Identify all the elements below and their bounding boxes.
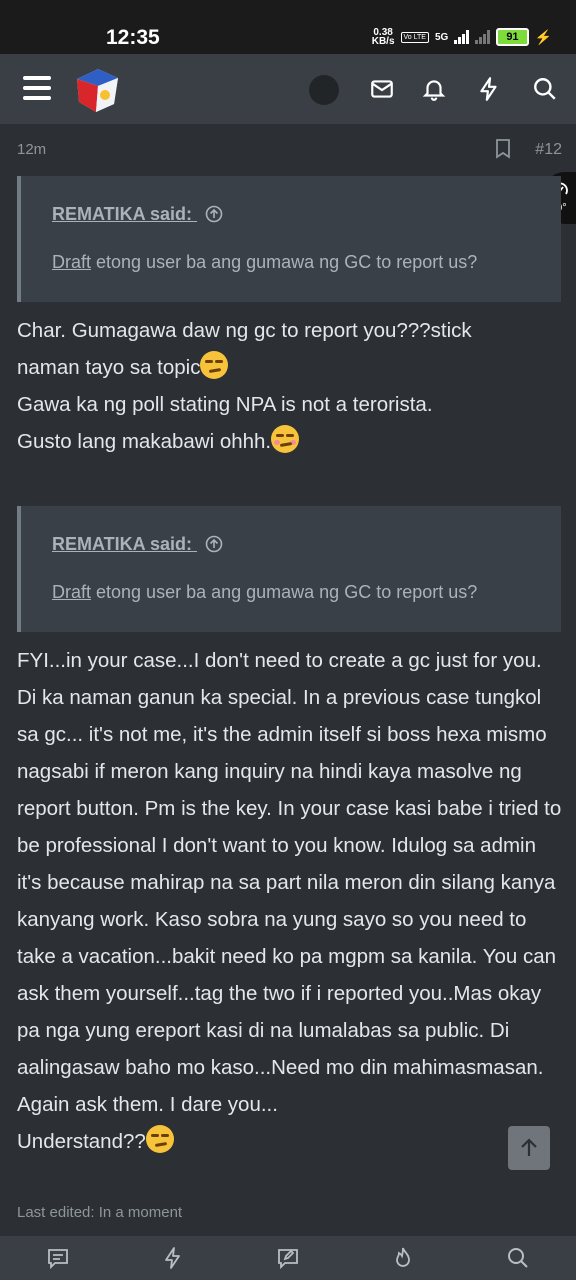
- quote-body: Draft etong user ba ang gumawa ng GC to …: [52, 582, 477, 603]
- net-speed: 0.38 KB/s: [371, 28, 395, 47]
- post-meta: 12m #12: [17, 139, 562, 161]
- arrow-up-circle-icon[interactable]: [205, 535, 223, 553]
- quote-author-label[interactable]: REMATIKA said:: [52, 534, 192, 554]
- status-right: 0.38 KB/s Vo LTE 5G 91 ⚡: [371, 28, 552, 47]
- volte-badge: Vo LTE: [400, 31, 429, 43]
- site-logo[interactable]: [74, 66, 122, 114]
- quote-author[interactable]: REMATIKA said:: [52, 204, 223, 225]
- bolt-icon[interactable]: [476, 76, 502, 102]
- bell-icon[interactable]: [421, 76, 447, 102]
- post-line-with-emoji: Gusto lang makabawi ohhh.: [17, 423, 565, 460]
- post-line-text: Gusto lang makabawi ohhh.: [17, 430, 272, 453]
- avatar[interactable]: [309, 75, 339, 105]
- net-speed-unit: KB/s: [371, 36, 395, 47]
- arrow-up-icon: [521, 1138, 537, 1156]
- scroll-to-top-button[interactable]: [508, 1126, 550, 1170]
- signal-icon-2: [475, 30, 491, 44]
- quote-link[interactable]: Draft: [52, 582, 91, 602]
- post-body-long: FYI...in your case...I don't need to cre…: [17, 642, 565, 1160]
- post-line-with-emoji: naman tayo sa topic: [17, 349, 565, 386]
- bottom-nav: [0, 1236, 576, 1280]
- quote-author[interactable]: REMATIKA said:: [52, 534, 223, 555]
- search-icon[interactable]: [506, 1246, 530, 1270]
- post-time[interactable]: 12m: [17, 141, 46, 158]
- search-icon[interactable]: [532, 76, 558, 102]
- charging-icon: ⚡: [534, 28, 552, 45]
- status-time: 12:35: [106, 26, 160, 49]
- signal-icon: [454, 30, 470, 44]
- quote-text: etong user ba ang gumawa ng GC to report…: [91, 582, 478, 602]
- quote-body: Draft etong user ba ang gumawa ng GC to …: [52, 252, 477, 273]
- smirk-emoji-icon: [200, 351, 229, 379]
- battery-indicator: 91: [496, 28, 529, 46]
- quote-link[interactable]: Draft: [52, 252, 91, 272]
- app-header: [0, 54, 576, 124]
- post-line: Char. Gumagawa daw ng gc to report you??…: [17, 319, 472, 342]
- post-paragraph: FYI...in your case...I don't need to cre…: [17, 649, 562, 1116]
- bookmark-icon[interactable]: [495, 139, 511, 159]
- forum-icon[interactable]: [46, 1246, 70, 1270]
- status-bar: 12:35 0.38 KB/s Vo LTE 5G 91 ⚡: [0, 0, 576, 54]
- woozy-face-emoji-icon: [271, 425, 300, 453]
- post-line-text: Understand??: [17, 1130, 146, 1153]
- bolt-icon[interactable]: [161, 1246, 185, 1270]
- last-edited-label: Last edited: In a moment: [17, 1204, 183, 1221]
- menu-icon[interactable]: [23, 76, 51, 100]
- quote-block: REMATIKA said: Draft etong user ba ang g…: [17, 176, 561, 302]
- quote-text: etong user ba ang gumawa ng GC to report…: [91, 252, 478, 272]
- mail-icon[interactable]: [369, 76, 395, 102]
- post-line-with-emoji: Understand??: [17, 1123, 565, 1160]
- new-post-icon[interactable]: [276, 1246, 300, 1270]
- post-line: Gawa ka ng poll stating NPA is not a ter…: [17, 393, 433, 416]
- post-number[interactable]: #12: [535, 141, 562, 159]
- post-line-text: naman tayo sa topic: [17, 356, 201, 379]
- quote-author-label[interactable]: REMATIKA said:: [52, 204, 192, 224]
- post-body: Char. Gumagawa daw ng gc to report you??…: [17, 312, 565, 460]
- arrow-up-circle-icon[interactable]: [205, 205, 223, 223]
- smirk-emoji-icon: [145, 1125, 174, 1153]
- network-5g-label: 5G: [434, 31, 449, 43]
- quote-block: REMATIKA said: Draft etong user ba ang g…: [17, 506, 561, 632]
- trending-icon[interactable]: [391, 1246, 415, 1270]
